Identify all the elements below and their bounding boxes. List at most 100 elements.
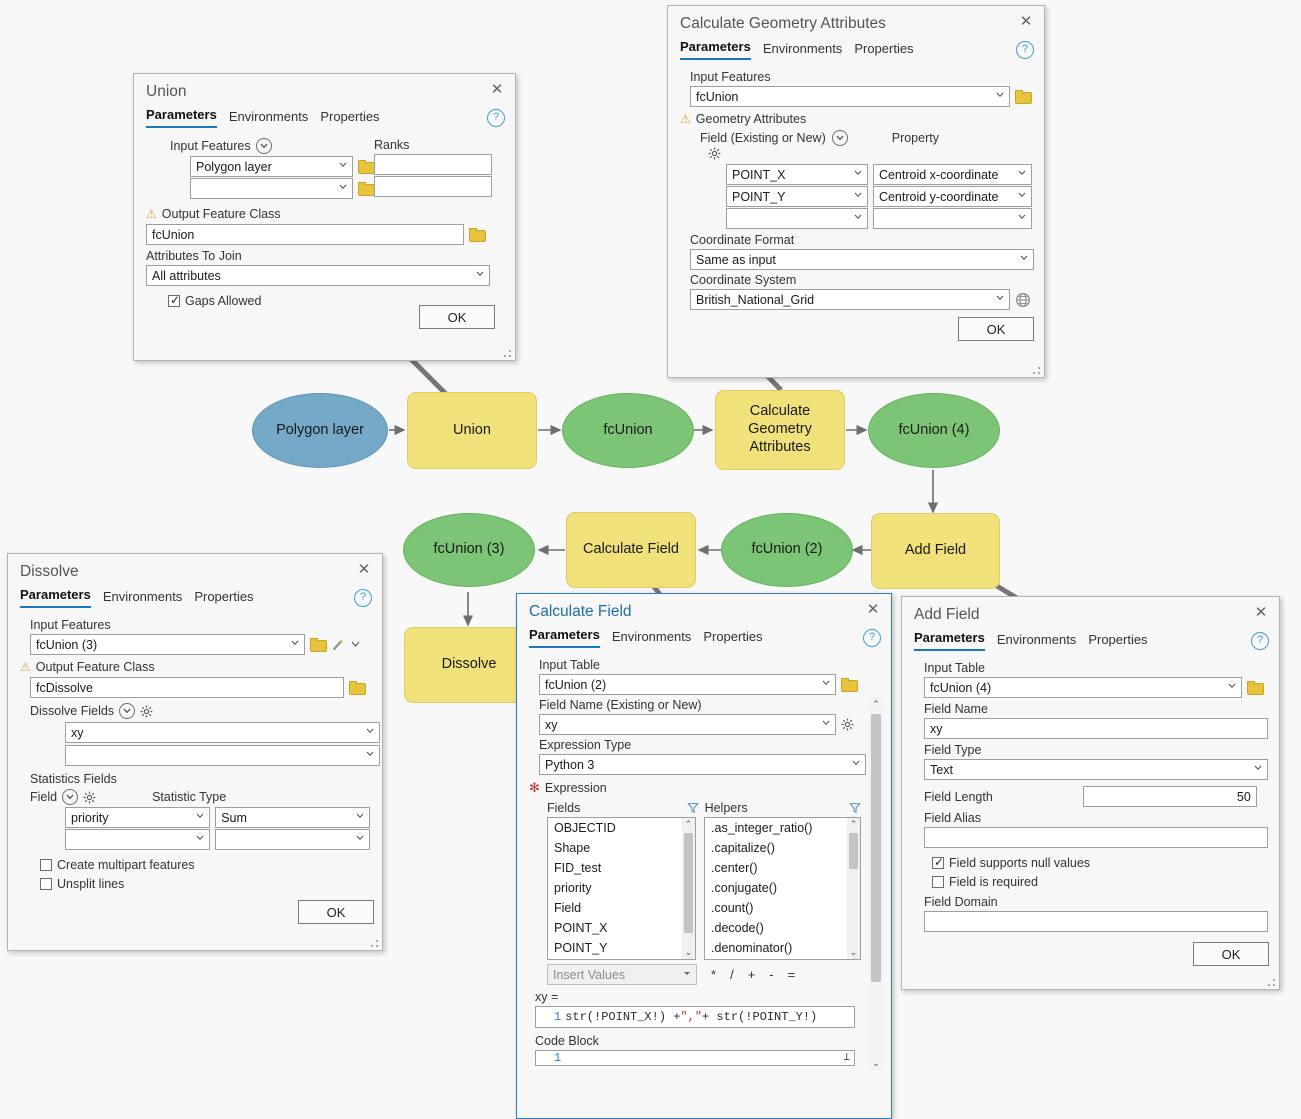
browse-folder-icon[interactable] (1015, 90, 1032, 104)
list-item[interactable]: FID_test (548, 858, 695, 878)
globe-icon[interactable] (1015, 292, 1031, 308)
tab-environments[interactable]: Environments (997, 632, 1076, 651)
help-icon[interactable]: ? (1251, 632, 1269, 650)
model-node-dissolve[interactable]: Dissolve (404, 627, 534, 703)
browse-folder-icon[interactable] (349, 681, 366, 695)
scroll-up-icon[interactable]: ⌃ (682, 818, 695, 831)
attributes-to-join-select[interactable]: All attributes (146, 265, 490, 286)
scroll-down-icon[interactable]: ⌄ (847, 946, 860, 959)
tab-parameters[interactable]: Parameters (914, 630, 985, 651)
tab-environments[interactable]: Environments (763, 41, 842, 60)
expression-type-select[interactable]: Python 3 (539, 754, 866, 775)
model-node-calculate-geometry-attributes[interactable]: Calculate Geometry Attributes (715, 390, 845, 470)
operator-divide-button[interactable]: / (730, 967, 734, 982)
ok-button[interactable]: OK (298, 900, 374, 924)
ok-button[interactable]: OK (419, 305, 495, 329)
statistics-type-row-0[interactable]: Sum (215, 807, 370, 828)
input-table-select[interactable]: fcUnion (4) (924, 677, 1242, 698)
chevron-down-icon[interactable] (62, 789, 79, 805)
field-is-required-checkbox[interactable] (932, 876, 944, 888)
list-item[interactable]: priority (548, 878, 695, 898)
chevron-down-icon[interactable] (351, 640, 360, 649)
tab-properties[interactable]: Properties (703, 629, 762, 648)
model-node-fcunion-3[interactable]: fcUnion (3) (403, 513, 535, 587)
browse-folder-icon[interactable] (358, 182, 375, 196)
field-type-select[interactable]: Text (924, 759, 1268, 780)
browse-folder-icon[interactable] (1247, 681, 1264, 695)
list-item[interactable]: .as_integer_ratio() (705, 818, 860, 838)
coordinate-system-select[interactable]: British_National_Grid (690, 289, 1010, 310)
list-item[interactable]: .capitalize() (705, 838, 860, 858)
output-feature-class-input[interactable]: fcDissolve (30, 677, 344, 698)
list-item[interactable]: POINT_Y (548, 938, 695, 958)
scroll-up-icon[interactable]: ⌃ (869, 698, 883, 711)
geometry-field-row-2[interactable] (726, 208, 868, 229)
fields-scrollbar[interactable]: ⌃ ⌄ (682, 818, 696, 959)
output-feature-class-input[interactable]: fcUnion (146, 224, 464, 245)
scrollbar-thumb[interactable] (871, 714, 881, 982)
dialog-scrollbar[interactable]: ⌃ ⌄ (869, 698, 883, 1070)
create-multipart-checkbox[interactable] (40, 859, 52, 871)
helpers-listbox[interactable]: .as_integer_ratio() .capitalize() .cente… (704, 817, 861, 960)
model-node-union[interactable]: Union (407, 392, 537, 469)
tab-environments[interactable]: Environments (103, 589, 182, 608)
filter-icon[interactable] (849, 802, 861, 814)
code-block-editor[interactable]: 1 ⊥ (535, 1050, 855, 1066)
fields-listbox[interactable]: OBJECTID Shape FID_test priority Field P… (547, 817, 697, 960)
resize-grip[interactable] (1033, 367, 1041, 375)
helpers-scrollbar[interactable]: ⌃ ⌄ (847, 818, 860, 959)
geometry-property-row-2[interactable] (872, 208, 1032, 229)
input-table-select[interactable]: fcUnion (2) (539, 674, 836, 695)
unsplit-lines-checkbox[interactable] (40, 878, 52, 890)
resize-grip[interactable] (1268, 979, 1276, 987)
tab-properties[interactable]: Properties (1088, 632, 1147, 651)
list-item[interactable]: .decode() (705, 918, 860, 938)
gear-icon[interactable] (140, 705, 153, 718)
scroll-down-icon[interactable]: ⌄ (682, 946, 695, 959)
ranks-row-1[interactable] (374, 176, 492, 197)
dissolve-field-row-0[interactable]: xy (65, 722, 380, 743)
geometry-field-row-1[interactable]: POINT_Y (726, 186, 868, 207)
field-length-input[interactable]: 50 (1082, 786, 1257, 807)
field-domain-input[interactable] (924, 911, 1268, 932)
geometry-property-row-0[interactable]: Centroid x-coordinate (872, 164, 1032, 185)
scrollbar-thumb[interactable] (849, 833, 858, 869)
model-node-fcunion-4[interactable]: fcUnion (4) (868, 393, 1000, 468)
input-features-row-1[interactable] (190, 178, 353, 199)
chevron-down-icon[interactable] (119, 703, 136, 719)
browse-folder-icon[interactable] (841, 678, 858, 692)
input-features-select[interactable]: fcUnion (3) (30, 634, 305, 655)
gaps-allowed-checkbox[interactable] (168, 293, 180, 307)
statistics-field-row-1[interactable] (65, 829, 211, 850)
chevron-down-icon[interactable] (831, 130, 848, 146)
input-features-select[interactable]: fcUnion (690, 86, 1010, 107)
help-icon[interactable]: ? (354, 589, 372, 607)
field-name-select[interactable]: xy (539, 714, 836, 735)
scroll-down-icon[interactable]: ⌄ (869, 1057, 883, 1070)
help-icon[interactable]: ? (863, 629, 881, 647)
resize-grip[interactable] (371, 940, 379, 948)
filter-icon[interactable] (686, 802, 699, 814)
tab-environments[interactable]: Environments (229, 109, 308, 128)
model-node-calculate-field[interactable]: Calculate Field (566, 512, 696, 588)
close-icon[interactable]: ✕ (1017, 14, 1035, 32)
input-features-row-0[interactable]: Polygon layer (190, 156, 353, 177)
geometry-property-row-1[interactable]: Centroid y-coordinate (872, 186, 1032, 207)
field-name-input[interactable]: xy (924, 718, 1268, 739)
coordinate-format-select[interactable]: Same as input (690, 249, 1034, 270)
field-alias-input[interactable] (924, 827, 1268, 848)
model-node-fcunion[interactable]: fcUnion (562, 393, 694, 468)
list-item[interactable]: .center() (705, 858, 860, 878)
list-item[interactable]: .denominator() (705, 938, 860, 958)
expand-editor-icon[interactable]: ⊥ (843, 1050, 850, 1064)
operator-multiply-button[interactable]: * (711, 967, 716, 982)
list-item[interactable]: Shape (548, 838, 695, 858)
close-icon[interactable]: ✕ (1252, 605, 1270, 623)
tab-properties[interactable]: Properties (854, 41, 913, 60)
dissolve-field-row-1[interactable] (65, 745, 380, 766)
gear-icon[interactable] (83, 791, 96, 804)
ok-button[interactable]: OK (958, 317, 1034, 341)
model-node-add-field[interactable]: Add Field (871, 513, 1000, 589)
model-node-fcunion-2[interactable]: fcUnion (2) (721, 513, 853, 587)
close-icon[interactable]: ✕ (355, 562, 373, 580)
